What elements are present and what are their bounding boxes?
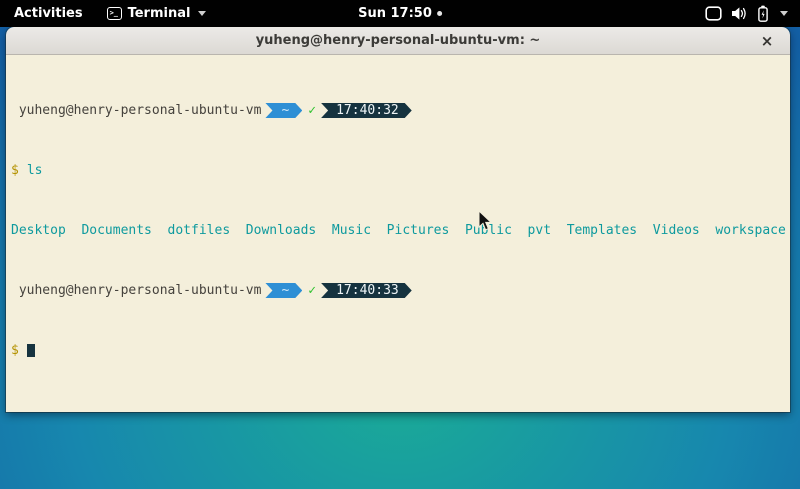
command-line: $ ls [11,163,790,178]
chevron-down-icon [198,11,206,16]
prompt-line: yuheng@henry-personal-ubuntu-vm ~ ✓ 17:4… [11,283,790,298]
mouse-pointer-icon [478,210,492,232]
prompt-line: yuheng@henry-personal-ubuntu-vm ~ ✓ 17:4… [11,103,790,118]
notification-dot-icon [437,11,442,16]
terminal-screen[interactable]: yuheng@henry-personal-ubuntu-vm ~ ✓ 17:4… [6,55,790,412]
prompt-symbol: $ [11,163,19,178]
app-menu-label: Terminal [128,6,191,21]
battery-charging-icon [757,5,769,22]
terminal-cursor [27,344,35,357]
ls-output-line: Desktop Documents dotfiles Downloads Mus… [11,223,790,238]
prompt-user-host: yuheng@henry-personal-ubuntu-vm [11,283,261,298]
volume-icon [731,6,748,21]
chevron-down-icon [780,11,788,16]
prompt-time-segment: 17:40:33 [321,283,412,298]
top-bar-left: Activities >_ Terminal [0,0,216,27]
prompt-cwd-segment: ~ [265,103,302,118]
prompt-time-segment: 17:40:32 [321,103,412,118]
system-status-menu[interactable] [693,0,800,27]
clock-button[interactable]: Sun 17:50 [358,0,442,27]
screen-icon [705,6,722,21]
prompt-status-check-icon: ✓ [308,283,316,298]
gnome-top-bar: Activities >_ Terminal Sun 17:50 [0,0,800,27]
prompt-cwd-segment: ~ [265,283,302,298]
activities-button[interactable]: Activities [0,0,97,27]
window-title: yuheng@henry-personal-ubuntu-vm: ~ [256,33,541,48]
command-text: ls [27,163,43,178]
prompt-status-check-icon: ✓ [308,103,316,118]
window-titlebar[interactable]: yuheng@henry-personal-ubuntu-vm: ~ × [6,27,790,55]
prompt-symbol: $ [11,343,19,358]
clock-label: Sun 17:50 [358,6,432,21]
close-button[interactable]: × [754,27,780,54]
app-menu-terminal[interactable]: >_ Terminal [97,0,217,27]
prompt-user-host: yuheng@henry-personal-ubuntu-vm [11,103,261,118]
terminal-app-icon: >_ [107,7,122,20]
current-command-line: $ [11,343,790,358]
terminal-window: yuheng@henry-personal-ubuntu-vm: ~ × yuh… [6,27,790,412]
